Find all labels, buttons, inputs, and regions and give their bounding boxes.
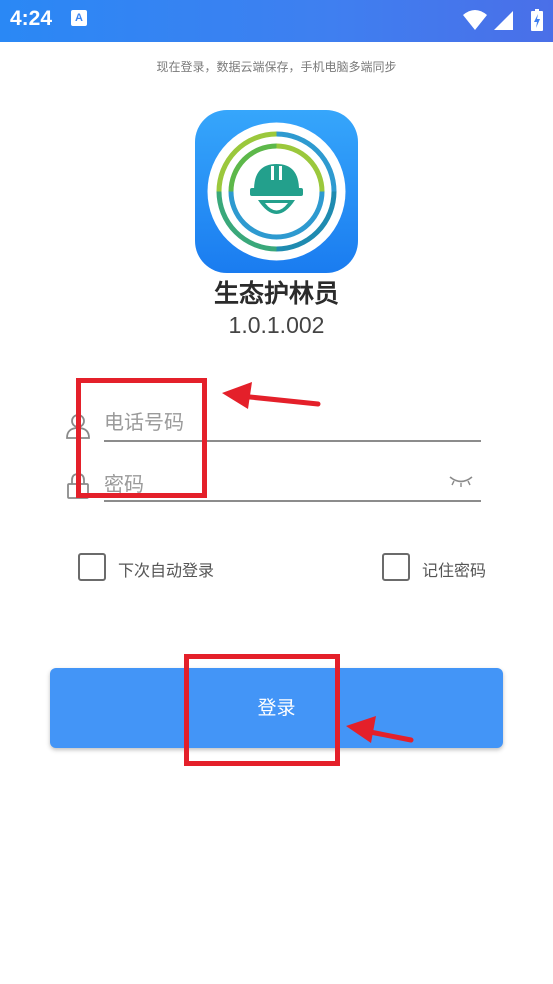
login-screen: 4:24 A 现在登录，数据云端保存，手机电脑多端同步 生态护林员 1.0.1.… <box>0 0 553 984</box>
annotation-arrows <box>222 382 414 743</box>
annotation-arrow-phone <box>222 382 321 409</box>
annotation-arrow-login <box>346 716 414 743</box>
